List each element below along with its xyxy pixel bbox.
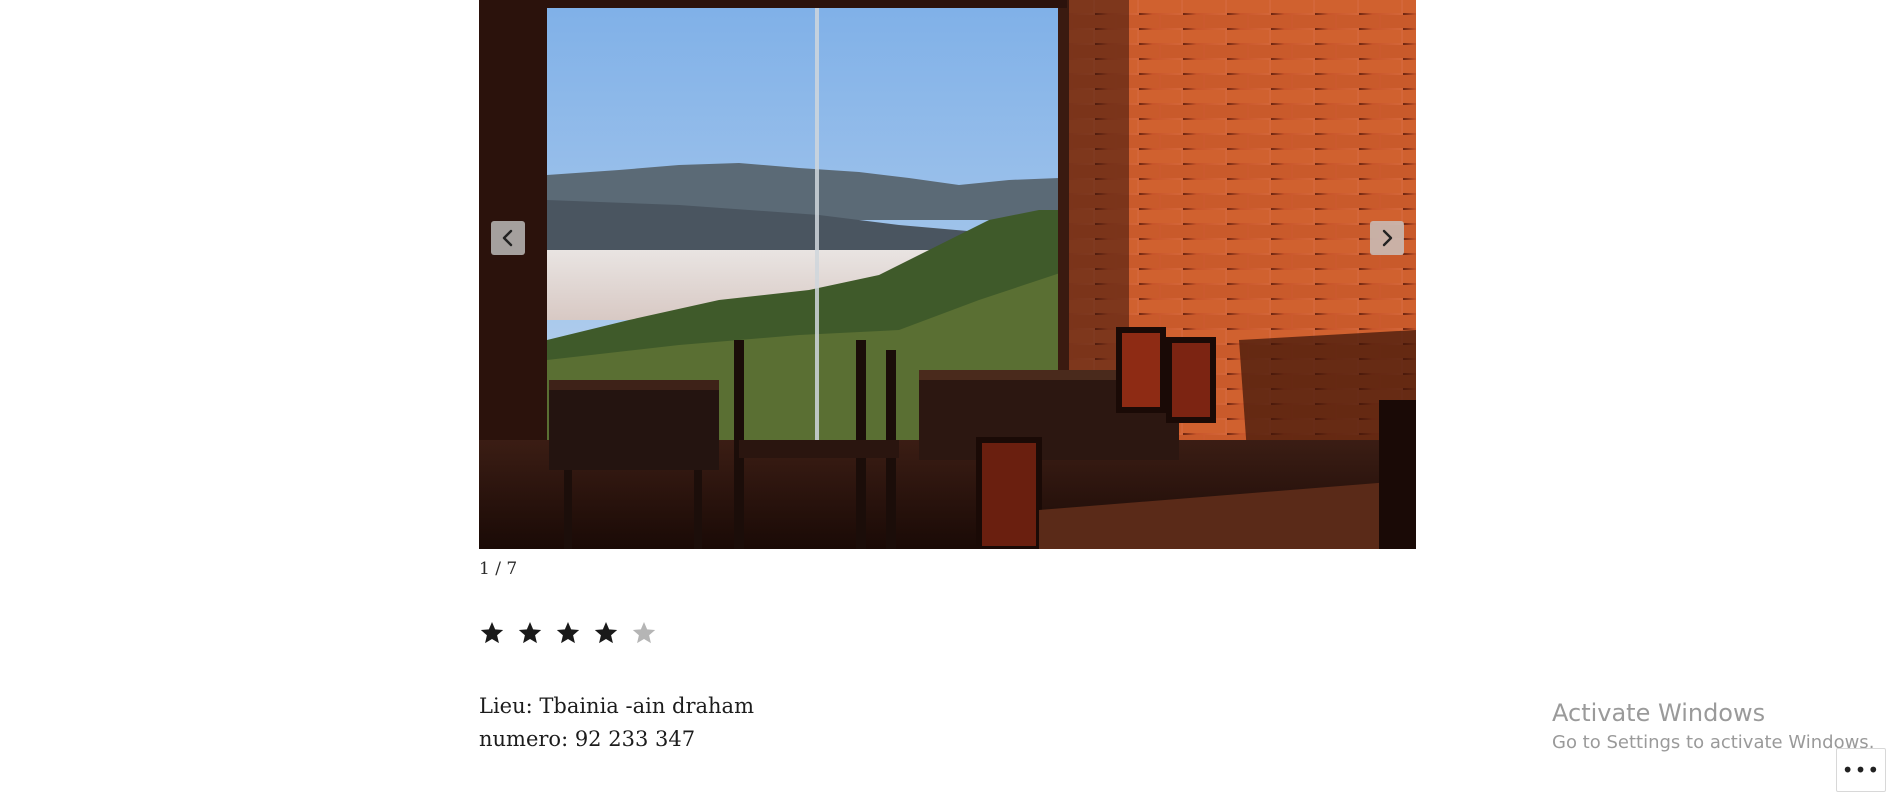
photo-slideshow[interactable] (479, 0, 1416, 549)
star-icon-filled (556, 621, 580, 644)
star-icon-filled (518, 621, 542, 644)
star-icon-filled (594, 621, 618, 644)
star-icon-empty (632, 621, 656, 644)
location-text: Lieu: Tbainia -ain draham (479, 694, 754, 718)
chevron-left-icon (502, 229, 513, 247)
place-info: Lieu: Tbainia -ain draham numero: 92 233… (479, 690, 754, 756)
slide-counter: 1 / 7 (479, 559, 518, 579)
slide-image (479, 0, 1416, 549)
star-icon-filled (480, 621, 504, 644)
more-options-button[interactable]: ••• (1836, 748, 1886, 792)
phone-number-text: numero: 92 233 347 (479, 727, 696, 751)
watermark-title: Activate Windows (1552, 699, 1766, 727)
star-rating (479, 620, 657, 646)
activate-windows-watermark: Activate Windows Go to Settings to activ… (1552, 697, 1874, 757)
page: 1 / 7 Lieu: Tbainia -ain draham numero: … (0, 0, 1886, 797)
watermark-subtitle: Go to Settings to activate Windows. (1552, 732, 1875, 753)
previous-slide-button[interactable] (491, 221, 525, 255)
next-slide-button[interactable] (1370, 221, 1404, 255)
chevron-right-icon (1382, 229, 1393, 247)
